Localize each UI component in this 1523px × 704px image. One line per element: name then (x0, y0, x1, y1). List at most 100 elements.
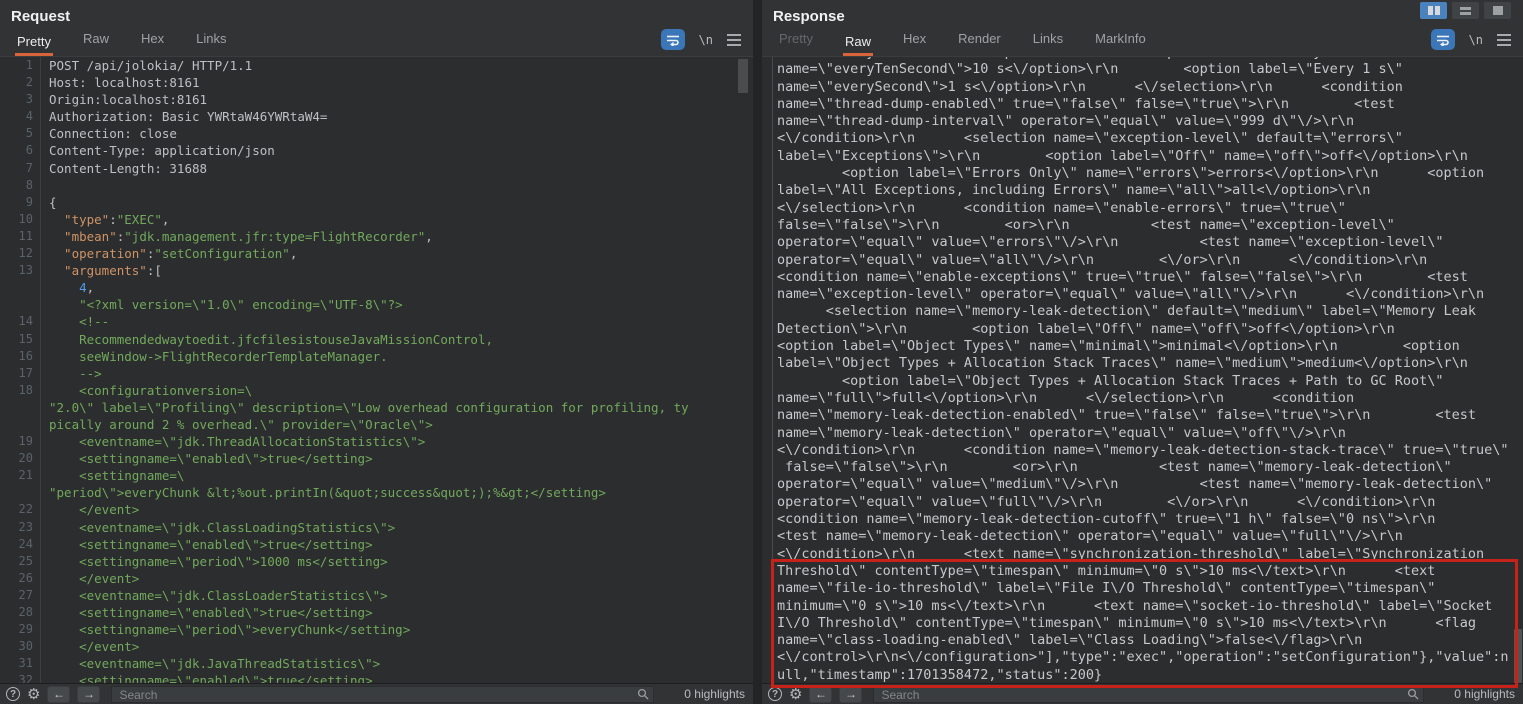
response-panel: Response Pretty Raw Hex Render Links Mar… (762, 0, 1523, 704)
search-icon (1407, 688, 1419, 700)
response-search-input[interactable] (873, 686, 1424, 703)
request-code-lines: 1POST /api/jolokia/ HTTP/1.12Host: local… (0, 57, 753, 683)
word-wrap-icon (666, 34, 680, 46)
code-line: 3Origin:localhost:8161 (0, 91, 753, 108)
code-line: 15 Recommendedwaytoedit.jfcfilesistouseJ… (0, 331, 753, 348)
response-line: <\/control>\r\n<\/configuration>"],"type… (777, 649, 1523, 666)
next-match-button[interactable]: → (77, 686, 100, 703)
request-scrollbar[interactable] (738, 59, 748, 93)
response-line: name=\"everySecond\">1 s<\/option>\r\n <… (777, 79, 1523, 96)
tab-request-raw[interactable]: Raw (81, 31, 111, 56)
tab-response-render[interactable]: Render (956, 31, 1003, 56)
layout-columns-button[interactable] (1420, 2, 1447, 19)
code-line: 21 <settingname=\ (0, 467, 753, 484)
response-body-lines: name=\"everyMinute\">1 m<\/option>\r\n <… (777, 57, 1523, 683)
request-tab-icons: \n (661, 29, 741, 56)
code-line: 23 <eventname=\"jdk.ClassLoadingStatisti… (0, 519, 753, 536)
code-line: 26 </event> (0, 570, 753, 587)
word-wrap-toggle[interactable] (1431, 29, 1455, 50)
response-line: <selection name=\"memory-leak-detection\… (777, 303, 1523, 320)
tab-response-hex[interactable]: Hex (901, 31, 928, 56)
response-line: name=\"class-loading-enabled\" label=\"C… (777, 632, 1523, 649)
request-highlight-count: 0 highlights (661, 687, 745, 701)
code-line: "2.0\" label=\"Profiling\" description=\… (0, 399, 753, 416)
request-menu-icon[interactable] (727, 34, 741, 46)
code-line: 19 <eventname=\"jdk.ThreadAllocationStat… (0, 433, 753, 450)
response-line: <condition name=\"enable-exceptions\" tr… (777, 269, 1523, 286)
response-line: operator=\"equal\" value=\"medium\"\/>\r… (777, 476, 1523, 493)
code-line: 20 <settingname=\"enabled\">true</settin… (0, 450, 753, 467)
response-line: I\/O Threshold\" contentType=\"timespan\… (777, 615, 1523, 632)
tab-request-hex[interactable]: Hex (139, 31, 166, 56)
code-line: "<?xml version=\"1.0\" encoding=\"UTF-8\… (0, 296, 753, 313)
tab-response-raw[interactable]: Raw (843, 34, 873, 56)
code-line: 18 <configurationversion=\ (0, 382, 753, 399)
response-line: ull,"timestamp":1701358472,"status":200} (777, 667, 1523, 683)
tab-response-links[interactable]: Links (1031, 31, 1065, 56)
response-line: name=\"thread-dump-enabled\" true=\"fals… (777, 96, 1523, 113)
response-line: name=\"everyTenSecond\">10 s<\/option>\r… (777, 61, 1523, 78)
response-line: false=\"false\">\r\n <or>\r\n <test name… (777, 459, 1523, 476)
next-match-button[interactable]: → (839, 686, 862, 703)
request-search-input[interactable] (111, 686, 654, 703)
response-line: <\/condition>\r\n <selection name=\"exce… (777, 130, 1523, 147)
response-scrollbar[interactable] (1514, 629, 1522, 683)
response-line: <condition name=\"memory-leak-detection-… (777, 511, 1523, 528)
word-wrap-toggle[interactable] (661, 29, 685, 50)
tab-response-markinfo[interactable]: MarkInfo (1093, 31, 1148, 56)
code-line: 24 <settingname=\"enabled\">true</settin… (0, 536, 753, 553)
response-tab-icons: \n (1431, 29, 1511, 56)
response-line: name=\"full\">full<\/option>\r\n <\/sele… (777, 390, 1523, 407)
settings-gear-icon[interactable]: ⚙ (27, 687, 40, 701)
code-line: 14 <!-- (0, 313, 753, 330)
layout-single-button[interactable] (1484, 2, 1511, 19)
response-highlight-count: 0 highlights (1431, 687, 1515, 701)
tab-request-pretty[interactable]: Pretty (15, 34, 53, 56)
code-line: 13 "arguments":[ (0, 262, 753, 279)
code-line: 2Host: localhost:8161 (0, 74, 753, 91)
code-line: 30 </event> (0, 638, 753, 655)
code-line: 9{ (0, 194, 753, 211)
prev-match-button[interactable]: ← (809, 686, 832, 703)
request-searchbar: ? ⚙ ← → 0 highlights (0, 683, 753, 704)
response-panel-title: Response (762, 0, 1523, 28)
code-line: 16 seeWindow->FlightRecorderTemplateMana… (0, 348, 753, 365)
request-editor[interactable]: 1POST /api/jolokia/ HTTP/1.12Host: local… (0, 57, 753, 683)
help-icon[interactable]: ? (768, 687, 782, 701)
code-line: 11 "mbean":"jdk.management.jfr:type=Flig… (0, 228, 753, 245)
code-line: 8 (0, 177, 753, 194)
response-line: minimum=\"0 s\">10 ms<\/text>\r\n <text … (777, 598, 1523, 615)
response-line: operator=\"equal\" value=\"errors\"\/>\r… (777, 234, 1523, 251)
response-line: name=\"exception-level\" operator=\"equa… (777, 286, 1523, 303)
request-tabs: Pretty Raw Hex Links \n (0, 28, 753, 57)
show-newlines-toggle[interactable]: \n (699, 33, 713, 47)
code-line: 22 </event> (0, 501, 753, 518)
code-line: 28 <settingname=\"enabled\">true</settin… (0, 604, 753, 621)
tab-request-links[interactable]: Links (194, 31, 228, 56)
request-panel: Request Pretty Raw Hex Links \n 1POST /a… (0, 0, 753, 704)
help-icon[interactable]: ? (6, 687, 20, 701)
response-line: <option label=\"Object Types + Allocatio… (777, 373, 1523, 390)
prev-match-button[interactable]: ← (47, 686, 70, 703)
response-line: name=\"memory-leak-detection-enabled\" t… (777, 407, 1523, 424)
response-menu-icon[interactable] (1497, 34, 1511, 46)
response-line: <option label=\"Errors Only\" name=\"err… (777, 165, 1523, 182)
response-line: name=\"memory-leak-detection\" operator=… (777, 425, 1523, 442)
show-newlines-toggle[interactable]: \n (1469, 33, 1483, 47)
layout-rows-button[interactable] (1452, 2, 1479, 19)
response-line: Detection\">\r\n <option label=\"Off\" n… (777, 321, 1523, 338)
code-line: pically around 2 % overhead.\" provider=… (0, 416, 753, 433)
tab-response-pretty[interactable]: Pretty (777, 31, 815, 56)
code-line: 27 <eventname=\"jdk.ClassLoaderStatistic… (0, 587, 753, 604)
code-line: 17 --> (0, 365, 753, 382)
code-line: "period\">everyChunk &lt;%out.printIn(&q… (0, 484, 753, 501)
response-tabs: Pretty Raw Hex Render Links MarkInfo \n (762, 28, 1523, 57)
view-layout-switcher (1420, 2, 1511, 19)
code-line: 4Authorization: Basic YWRtaW46YWRtaW4= (0, 108, 753, 125)
response-line: <test name=\"memory-leak-detection\" ope… (777, 528, 1523, 545)
response-line: label=\"Exceptions\">\r\n <option label=… (777, 148, 1523, 165)
settings-gear-icon[interactable]: ⚙ (789, 687, 802, 701)
response-line: <\/condition>\r\n <condition name=\"memo… (777, 442, 1523, 459)
request-panel-title: Request (0, 0, 753, 28)
response-editor[interactable]: name=\"everyMinute\">1 m<\/option>\r\n <… (762, 57, 1523, 683)
